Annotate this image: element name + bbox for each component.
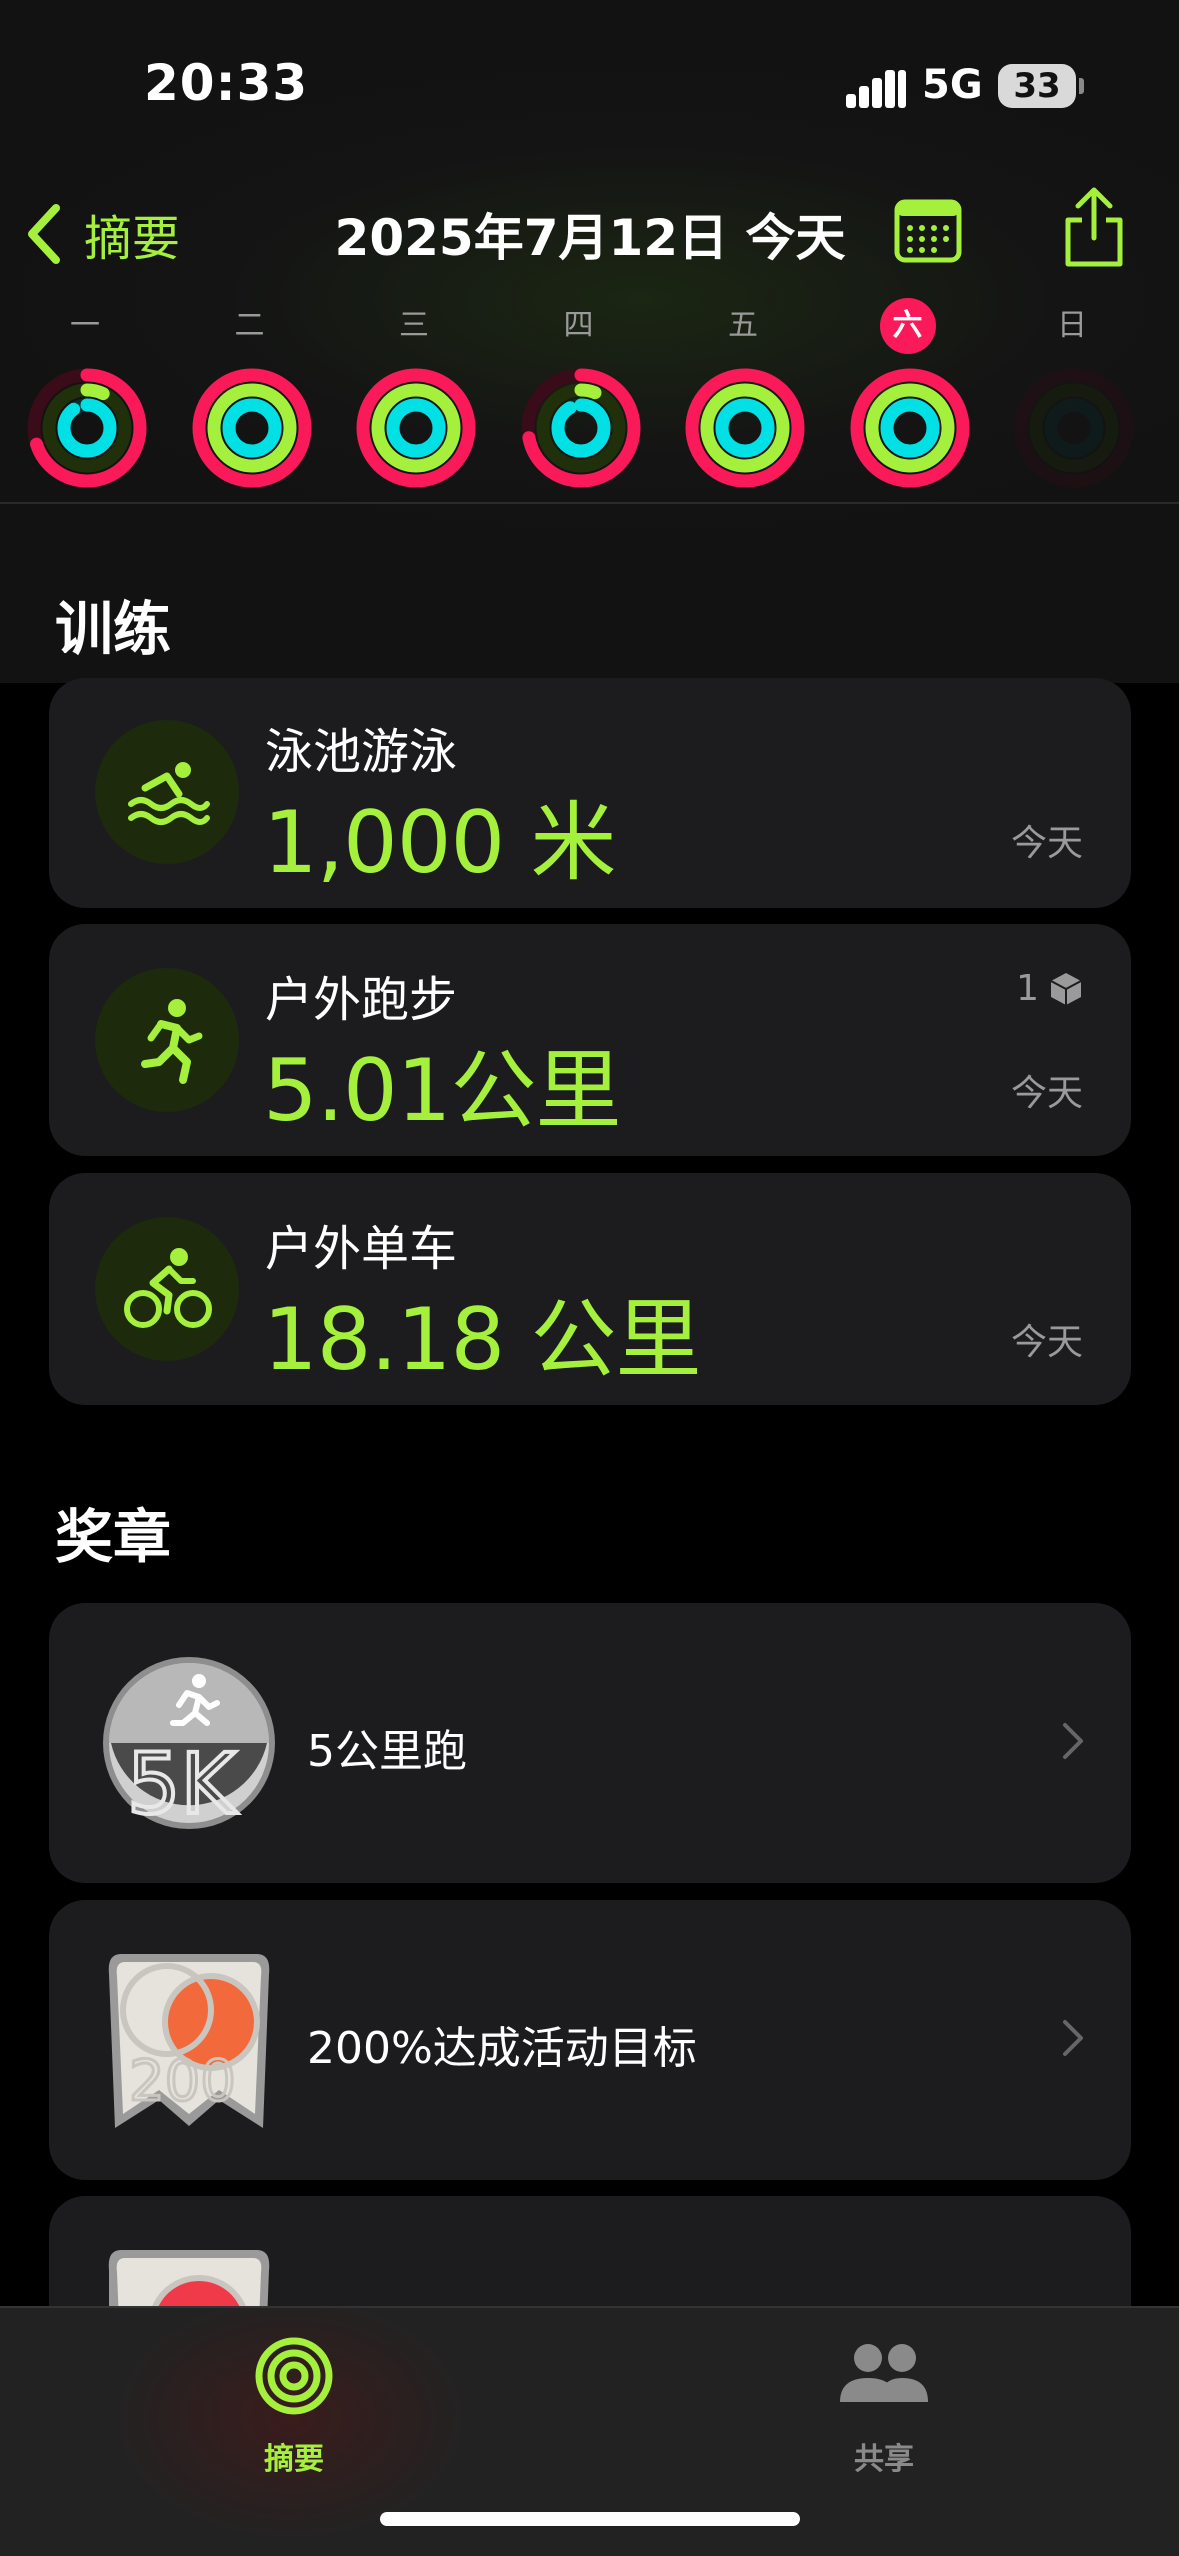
cellular-signal-icon <box>846 68 906 108</box>
workout-card-swimming[interactable]: 泳池游泳 1,000 米 今天 <box>49 678 1131 908</box>
tab-sharing[interactable]: 共享 <box>764 2328 1004 2477</box>
page-title: 2025年7月12日 今天 <box>334 209 846 267</box>
week-day-5[interactable]: 五 <box>673 290 813 500</box>
week-ring-selector: 一二三四五六日 <box>0 290 1179 500</box>
battery-icon: 33 <box>998 64 1076 108</box>
activity-rings-icon <box>356 368 476 488</box>
back-label: 摘要 <box>84 211 181 267</box>
workout-card-running[interactable]: 户外跑步 5.01公里 1 今天 <box>49 924 1131 1156</box>
workout-card-cycling[interactable]: 户外单车 18.18 公里 今天 <box>49 1173 1131 1405</box>
week-day-1[interactable]: 一 <box>15 290 155 500</box>
cycling-icon <box>95 1217 239 1361</box>
running-icon <box>95 968 239 1112</box>
header-divider <box>0 502 1179 504</box>
home-indicator[interactable] <box>380 2512 800 2526</box>
week-day-label: 三 <box>399 308 429 343</box>
awards-section-title: 奖章 <box>55 1503 172 1571</box>
week-day-2[interactable]: 二 <box>180 290 320 500</box>
route-count-value: 1 <box>1016 968 1039 1009</box>
status-time: 20:33 <box>144 54 309 112</box>
award-card-5k[interactable]: 5K 5公里跑 <box>49 1603 1131 1883</box>
stand-ring-progress <box>386 398 446 458</box>
network-type: 5G <box>922 62 983 108</box>
swimming-icon <box>95 720 239 864</box>
week-day-4[interactable]: 四 <box>509 290 649 500</box>
week-day-label: 六 <box>879 298 936 354</box>
stand-ring-progress <box>57 398 117 458</box>
week-day-label: 二 <box>234 308 265 343</box>
back-button[interactable]: 摘要 <box>24 194 180 274</box>
week-day-3[interactable]: 三 <box>344 290 484 500</box>
calendar-icon[interactable] <box>893 194 963 266</box>
chevron-left-icon <box>28 204 60 264</box>
200-percent-move-medal-icon: 200 <box>108 1954 270 2128</box>
chevron-right-icon <box>1063 2020 1083 2056</box>
tab-summary[interactable]: 摘要 <box>174 2328 414 2477</box>
stand-ring-track <box>1044 398 1104 458</box>
battery-tip <box>1079 78 1084 94</box>
people-icon <box>840 2344 928 2402</box>
hexagon-icon <box>1050 972 1082 1005</box>
medal-badge-text: 200 <box>129 2049 236 2114</box>
5k-run-medal-icon: 5K <box>103 1657 275 1833</box>
activity-rings-icon <box>1014 368 1134 488</box>
activity-rings-icon <box>521 368 640 488</box>
award-card-200-percent[interactable]: 200 200%达成活动目标 <box>49 1900 1131 2180</box>
award-label: 5公里跑 <box>307 1726 467 1777</box>
workouts-section-title: 训练 <box>55 595 172 663</box>
week-day-label: 日 <box>1057 308 1087 343</box>
navigation-bar: 摘要 2025年7月12日 今天 <box>0 180 1179 280</box>
activity-rings-icon <box>685 368 805 488</box>
workout-value: 1,000 米 <box>263 793 617 893</box>
workout-route-count: 1 <box>1016 968 1083 1009</box>
workout-value: 5.01公里 <box>263 1041 621 1141</box>
medal-badge-text: 5K <box>127 1735 237 1833</box>
workout-date: 今天 <box>1010 823 1083 864</box>
activity-rings-icon <box>255 2337 333 2415</box>
week-day-7[interactable]: 日 <box>1002 290 1142 500</box>
week-day-6[interactable]: 六 <box>838 290 978 500</box>
activity-rings-icon <box>192 368 311 488</box>
share-icon[interactable] <box>1058 186 1130 270</box>
tab-label: 摘要 <box>264 2442 324 2477</box>
stand-ring-progress <box>551 398 610 458</box>
tab-label: 共享 <box>854 2442 914 2477</box>
stand-ring-progress <box>715 398 775 458</box>
activity-rings-icon <box>850 368 969 488</box>
award-label: 200%达成活动目标 <box>307 2023 697 2074</box>
stand-ring-progress <box>222 398 281 458</box>
week-day-label: 一 <box>70 308 100 343</box>
workout-date: 今天 <box>1010 1322 1083 1363</box>
status-bar: 20:33 5G 33 <box>0 0 1179 170</box>
workout-value: 18.18 公里 <box>263 1290 702 1390</box>
chevron-right-icon <box>1063 1723 1083 1759</box>
week-day-label: 五 <box>728 308 758 343</box>
workout-date: 今天 <box>1010 1073 1083 1114</box>
stand-ring-progress <box>880 398 939 458</box>
activity-rings-icon <box>27 368 147 488</box>
week-day-label: 四 <box>563 308 594 343</box>
